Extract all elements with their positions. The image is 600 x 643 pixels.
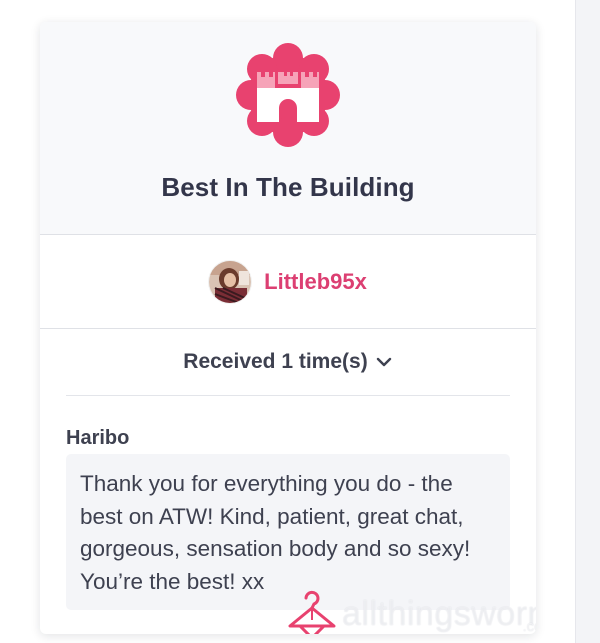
recipient-username-link[interactable]: Littleb95x bbox=[264, 269, 367, 295]
avatar[interactable] bbox=[209, 260, 252, 303]
received-count-label: Received 1 time(s) bbox=[183, 350, 368, 373]
recipient-row: Littleb95x bbox=[40, 235, 536, 329]
right-scroll-strip bbox=[575, 0, 600, 643]
page: Best In The Building Littleb95x Received… bbox=[0, 0, 600, 643]
award-title: Best In The Building bbox=[161, 172, 415, 202]
watermark-suffix: .com bbox=[522, 618, 536, 634]
castle-badge-icon bbox=[236, 43, 340, 147]
award-header: Best In The Building bbox=[40, 22, 536, 235]
chevron-down-icon bbox=[376, 357, 391, 367]
review-giver-name: Haribo bbox=[66, 427, 130, 449]
review-message: Thank you for everything you do - the be… bbox=[66, 454, 510, 610]
avatar-image bbox=[209, 260, 252, 303]
received-toggle[interactable]: Received 1 time(s) bbox=[66, 329, 510, 396]
award-card: Best In The Building Littleb95x Received… bbox=[40, 22, 536, 634]
